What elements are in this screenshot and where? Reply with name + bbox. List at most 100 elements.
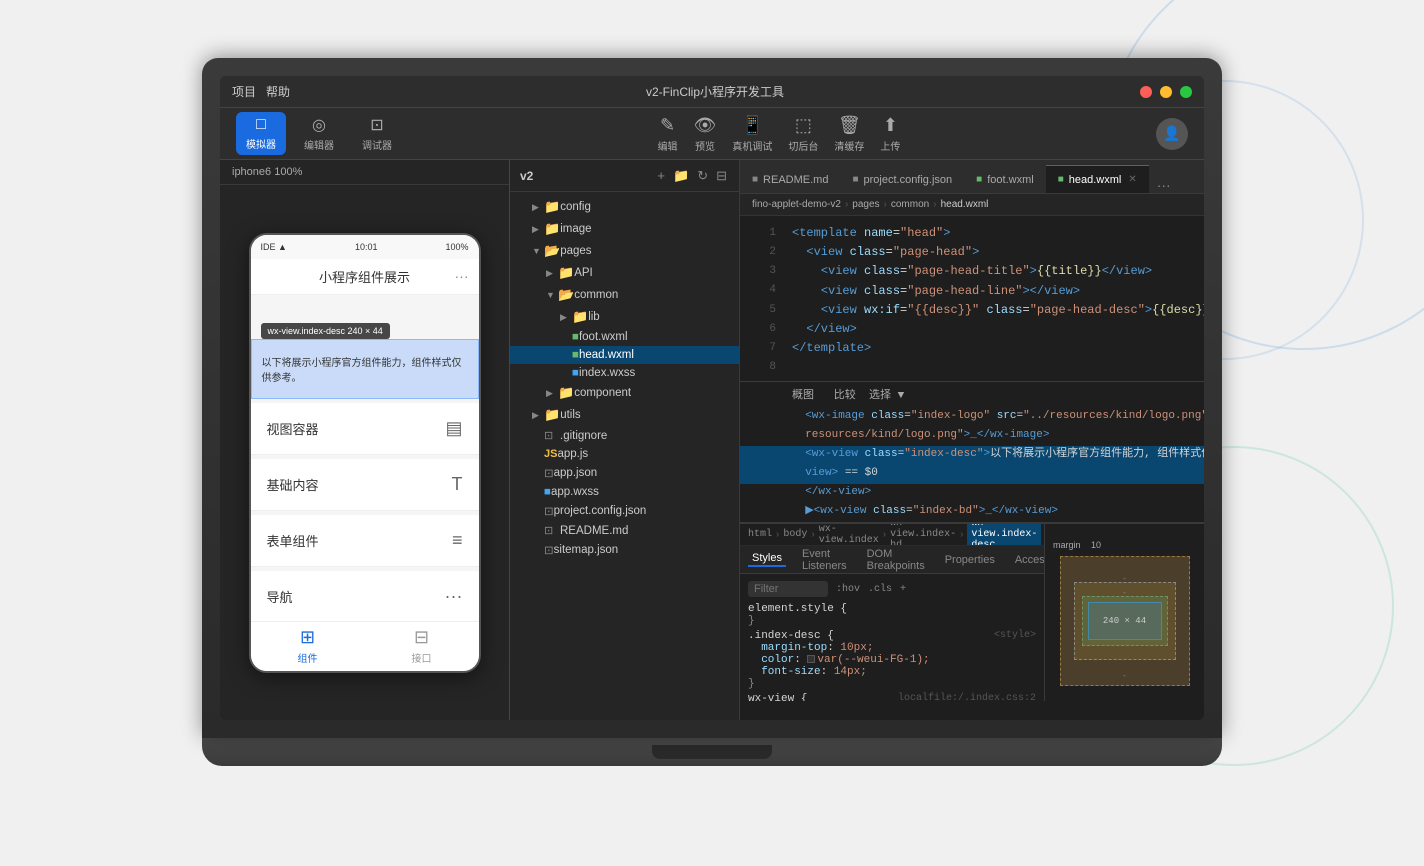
tree-item-head-wxml[interactable]: ■ head.wxml bbox=[510, 346, 739, 364]
refresh-button[interactable]: ↻ bbox=[695, 166, 710, 186]
filter-hint-cls[interactable]: .cls bbox=[868, 584, 892, 595]
editor-button[interactable]: ◎ 编辑器 bbox=[294, 111, 344, 156]
tree-item-image[interactable]: ▶ 📁 image bbox=[510, 218, 739, 240]
breadcrumb-html[interactable]: html bbox=[748, 529, 772, 540]
simulator-label: 模拟器 bbox=[246, 136, 276, 151]
properties-tab[interactable]: Properties bbox=[941, 554, 999, 566]
collapse-button[interactable]: ⊟ bbox=[714, 166, 729, 186]
breadcrumb-body[interactable]: body bbox=[783, 529, 807, 540]
code-editor[interactable]: 1 <template name="head"> 2 <view class="… bbox=[740, 216, 1204, 381]
filter-hint-hov[interactable]: :hov bbox=[836, 584, 860, 595]
tree-item-index-wxss[interactable]: ■ index.wxss bbox=[510, 364, 739, 382]
clear-cache-action[interactable]: 🗑 清缓存 bbox=[834, 115, 864, 153]
window-controls bbox=[1140, 86, 1192, 98]
toolbar-actions: ✎ 编辑 👁 预览 📱 真机调试 ⬚ 切后台 bbox=[658, 115, 901, 153]
phone-nav-bar: 小程序组件展示 ··· bbox=[251, 259, 479, 295]
upload-label: 上传 bbox=[880, 138, 900, 153]
dom-breakpoints-tab[interactable]: DOM Breakpoints bbox=[863, 548, 929, 572]
tab-foot-wxml[interactable]: ■ foot.wxml bbox=[964, 165, 1046, 193]
chevron-icon: ▶ bbox=[532, 202, 544, 213]
tree-item-sitemap[interactable]: ⊡ sitemap.json bbox=[510, 540, 739, 560]
breadcrumb: fino-applet-demo-v2 › pages › common › h… bbox=[740, 194, 1204, 216]
background-action[interactable]: ⬚ 切后台 bbox=[788, 115, 818, 153]
tree-item-gitignore[interactable]: ⊡ .gitignore bbox=[510, 426, 739, 445]
user-avatar[interactable]: 👤 bbox=[1156, 118, 1188, 150]
code-line-5: 5 <view wx:if="{{desc}}" class="page-hea… bbox=[740, 301, 1204, 320]
tree-item-api[interactable]: ▶ 📁 API bbox=[510, 262, 739, 284]
tree-item-foot-wxml[interactable]: ■ foot.wxml bbox=[510, 328, 739, 346]
folder-icon: 📁 bbox=[544, 221, 560, 237]
list-item-2[interactable]: 表单组件 ≡ bbox=[251, 515, 479, 567]
debugger-button[interactable]: ⊡ 调试器 bbox=[352, 111, 402, 156]
preview-action[interactable]: 👁 预览 bbox=[694, 115, 717, 153]
tree-item-utils[interactable]: ▶ 📁 utils bbox=[510, 404, 739, 426]
style-source-3[interactable]: localfile:/.index.css:2 bbox=[898, 693, 1036, 701]
phone-nav-dots[interactable]: ··· bbox=[455, 268, 469, 284]
tree-item-component[interactable]: ▶ 📁 component bbox=[510, 382, 739, 404]
filter-input[interactable] bbox=[748, 581, 828, 597]
bottom-line-1: 1 <wx-image class="index-logo" src="../r… bbox=[740, 408, 1204, 427]
wxml-icon: ■ bbox=[572, 349, 579, 361]
toolbar-right: 👤 bbox=[1156, 118, 1188, 150]
tree-item-lib[interactable]: ▶ 📁 lib bbox=[510, 306, 739, 328]
close-button[interactable] bbox=[1140, 86, 1152, 98]
event-listeners-tab[interactable]: Event Listeners bbox=[798, 548, 851, 572]
device-debug-action[interactable]: 📱 真机调试 bbox=[732, 115, 772, 153]
tab-label-config: project.config.json bbox=[864, 174, 953, 186]
list-item-3[interactable]: 导航 ··· bbox=[251, 571, 479, 621]
edit-label: 编辑 bbox=[658, 138, 678, 153]
edit-action[interactable]: ✎ 编辑 bbox=[658, 115, 678, 153]
menu-item-help[interactable]: 帮助 bbox=[266, 83, 290, 100]
breadcrumb-wx-hd[interactable]: wx-view.index-hd bbox=[890, 524, 956, 546]
element-breadcrumb: html › body › wx-view.index › wx-view.in… bbox=[740, 524, 1044, 546]
component-tab-icon: ⊞ bbox=[300, 627, 315, 648]
toolbar-left: □ 模拟器 ◎ 编辑器 ⊡ 调试器 bbox=[236, 111, 402, 156]
code-line-8: 8 bbox=[740, 358, 1204, 377]
box-model-panel: margin 10 - bbox=[1044, 524, 1204, 701]
editor-label: 编辑器 bbox=[304, 137, 334, 152]
tabs-more-icon[interactable]: ··· bbox=[1149, 177, 1179, 193]
new-file-button[interactable]: + bbox=[655, 166, 667, 186]
box-model-label: margin bbox=[1053, 540, 1081, 550]
tab-project-config[interactable]: ■ project.config.json bbox=[840, 165, 964, 193]
chevron-icon: ▶ bbox=[546, 268, 558, 279]
phone-tab-component[interactable]: ⊞ 组件 bbox=[251, 627, 365, 665]
tab-readme[interactable]: ■ README.md bbox=[740, 165, 840, 193]
upload-action[interactable]: ⬆ 上传 bbox=[880, 115, 900, 153]
breadcrumb-wx-index[interactable]: wx-view.index bbox=[819, 524, 879, 546]
tree-item-app-json[interactable]: ⊡ app.json bbox=[510, 463, 739, 483]
styles-tab[interactable]: Styles bbox=[748, 552, 786, 567]
phone-tab-api[interactable]: ⊟ 接口 bbox=[365, 627, 479, 665]
breadcrumb-wx-desc[interactable]: wx-view.index-desc bbox=[967, 524, 1041, 546]
tree-item-app-wxss[interactable]: ■ app.wxss bbox=[510, 483, 739, 501]
tab-label-head: head.wxml bbox=[1069, 174, 1122, 186]
tree-item-project-config[interactable]: ⊡ project.config.json bbox=[510, 501, 739, 521]
item-label: image bbox=[560, 223, 591, 235]
tree-item-common[interactable]: ▼ 📂 common bbox=[510, 284, 739, 306]
accessibility-tab[interactable]: Accessibility bbox=[1011, 554, 1044, 566]
tab-close-icon[interactable]: ✕ bbox=[1128, 174, 1136, 185]
tree-item-readme[interactable]: ⊡ README.md bbox=[510, 521, 739, 540]
list-item-1[interactable]: 基础内容 T bbox=[251, 459, 479, 511]
chevron-icon: ▼ bbox=[532, 246, 544, 256]
margin-bottom-label: - bbox=[1123, 671, 1126, 680]
tree-item-config[interactable]: ▶ 📁 config bbox=[510, 196, 739, 218]
bottom-code-area[interactable]: 0 概图 比较 选择 ▼ 1 <wx-image class="index-lo… bbox=[740, 382, 1204, 522]
minimize-button[interactable] bbox=[1160, 86, 1172, 98]
phone-list: 视图容器 ▤ 基础内容 T 表单组件 bbox=[251, 403, 479, 621]
new-folder-button[interactable]: 📁 bbox=[671, 166, 691, 186]
battery-display: 100% bbox=[445, 242, 468, 252]
style-selector-2: .index-desc { bbox=[748, 630, 834, 642]
tree-item-pages[interactable]: ▼ 📂 pages bbox=[510, 240, 739, 262]
style-rule-wx-view: wx-view { localfile:/.index.css:2 displa… bbox=[748, 693, 1036, 701]
tooltip-text: wx-view.index-desc 240 × 44 bbox=[268, 326, 383, 336]
list-item-0[interactable]: 视图容器 ▤ bbox=[251, 403, 479, 455]
tree-item-app-js[interactable]: JS app.js bbox=[510, 445, 739, 463]
filter-hint-plus[interactable]: + bbox=[900, 584, 906, 595]
maximize-button[interactable] bbox=[1180, 86, 1192, 98]
style-close: } bbox=[748, 615, 755, 627]
simulator-button[interactable]: □ 模拟器 bbox=[236, 112, 286, 155]
devtools-style-tabs: Styles Event Listeners DOM Breakpoints P… bbox=[740, 546, 1044, 574]
tab-head-wxml[interactable]: ■ head.wxml ✕ bbox=[1046, 165, 1149, 193]
menu-item-project[interactable]: 项目 bbox=[232, 83, 256, 100]
